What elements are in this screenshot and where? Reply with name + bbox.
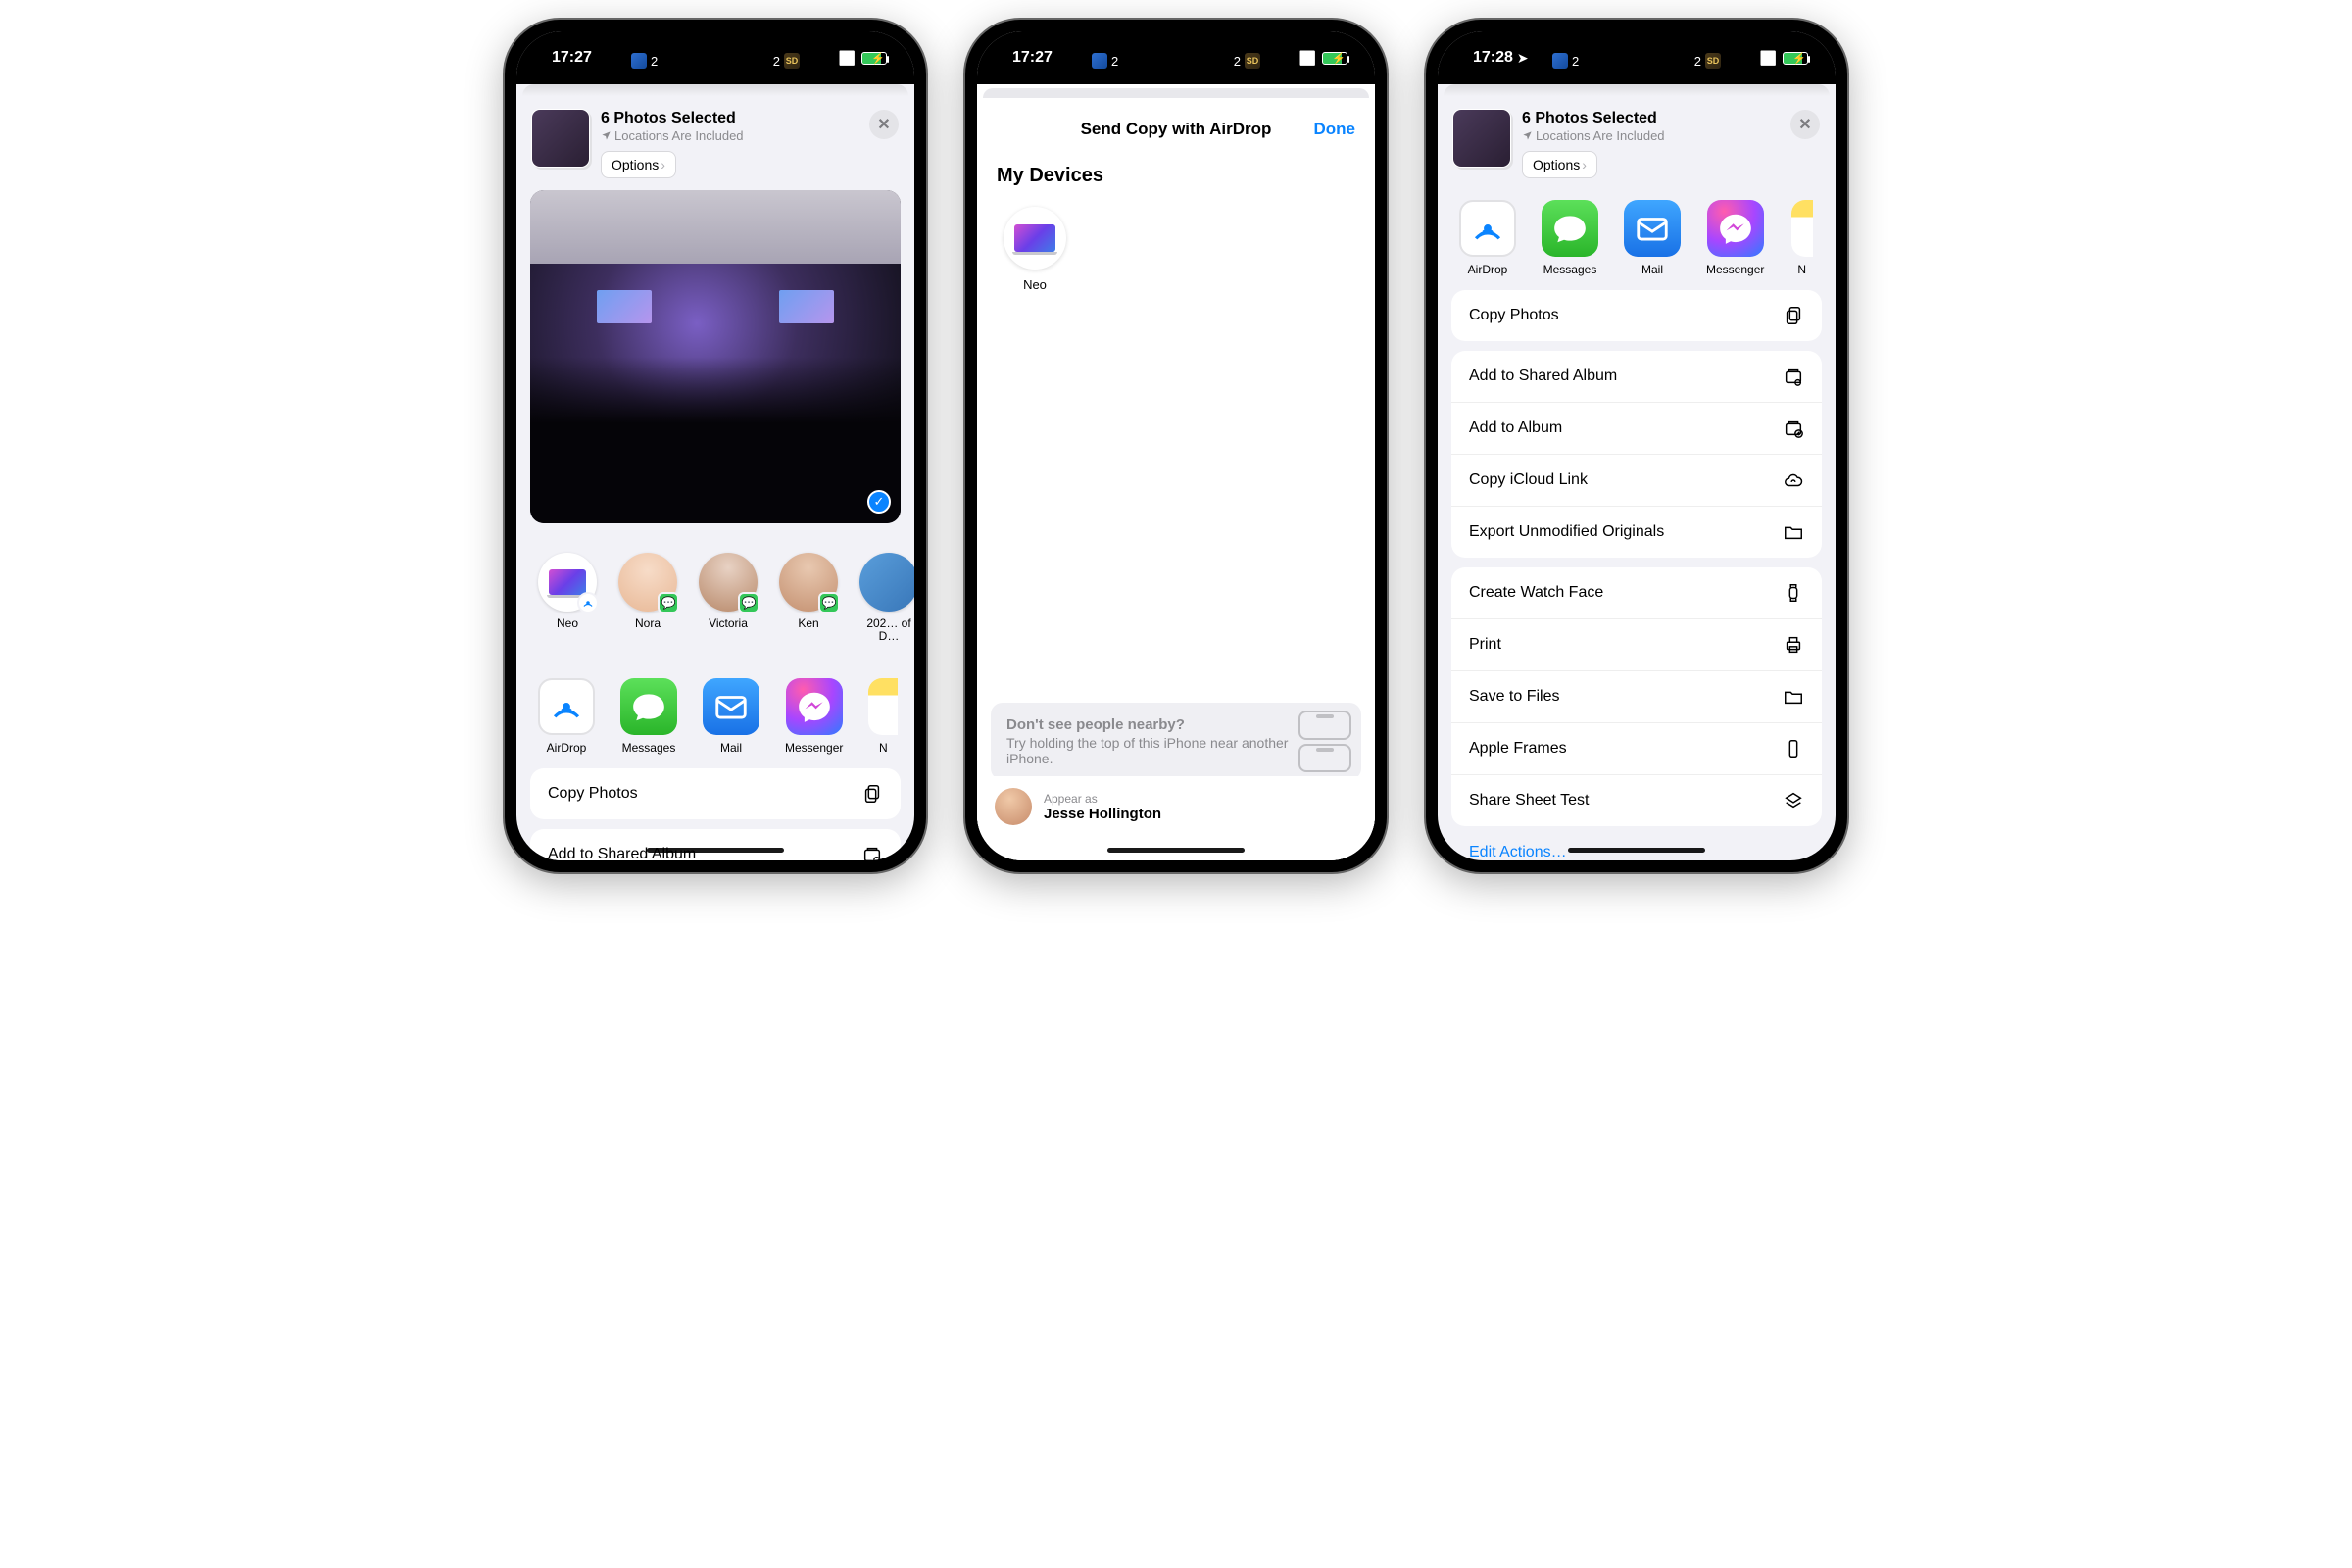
action-add-shared-album[interactable]: Add to Shared Album xyxy=(1451,351,1822,403)
app-notes[interactable]: N xyxy=(1789,200,1814,276)
copy-icon xyxy=(1783,305,1804,326)
app-notes[interactable]: N xyxy=(868,678,898,755)
selection-thumbnail[interactable] xyxy=(532,110,589,167)
appear-as-row[interactable]: Appear asJesse Hollington xyxy=(977,776,1375,837)
messages-badge-icon: 💬 xyxy=(738,592,760,613)
app-row[interactable]: AirDrop Messages Mail Messenger N xyxy=(1438,190,1836,290)
action-apple-frames[interactable]: Apple Frames xyxy=(1451,723,1822,775)
action-copy-photos[interactable]: Copy Photos xyxy=(530,768,901,819)
action-print[interactable]: Print xyxy=(1451,619,1822,671)
close-icon[interactable]: ✕ xyxy=(1790,110,1820,139)
selection-thumbnail[interactable] xyxy=(1453,110,1510,167)
print-icon xyxy=(1783,634,1804,656)
home-indicator[interactable] xyxy=(1568,848,1705,853)
messages-badge-icon: 💬 xyxy=(818,592,840,613)
shared-album-icon xyxy=(861,844,883,860)
app-airdrop[interactable]: AirDrop xyxy=(1459,200,1516,276)
device-neo[interactable]: Neo xyxy=(1001,207,1069,292)
app-messenger[interactable]: Messenger xyxy=(1706,200,1764,276)
share-header: 6 Photos Selected Locations Are Included… xyxy=(1438,96,1836,190)
share-subtitle: Locations Are Included xyxy=(601,128,858,143)
wifi-icon xyxy=(1299,50,1316,67)
battery-icon: ⚡ xyxy=(861,52,887,65)
close-icon[interactable]: ✕ xyxy=(869,110,899,139)
action-share-sheet-test[interactable]: Share Sheet Test xyxy=(1451,775,1822,826)
phone-right: 17:28➤ ⚡ 2 2SD 6 Photos Selected Locatio… xyxy=(1426,20,1847,872)
wifi-icon xyxy=(1760,50,1777,67)
options-button[interactable]: Options› xyxy=(1522,151,1597,178)
share-title: 6 Photos Selected xyxy=(601,110,858,127)
options-button[interactable]: Options› xyxy=(601,151,676,178)
app-mail[interactable]: Mail xyxy=(703,678,760,755)
watch-icon xyxy=(1783,582,1804,604)
action-save-to-files[interactable]: Save to Files xyxy=(1451,671,1822,723)
action-add-album[interactable]: Add to Album xyxy=(1451,403,1822,455)
screen: 17:27 ⚡ 2 2SD 6 Photos Selected Location… xyxy=(516,31,914,860)
airdrop-badge-icon xyxy=(577,592,599,613)
dynamic-island[interactable]: 2 2SD xyxy=(1544,43,1729,78)
app-airdrop[interactable]: AirDrop xyxy=(538,678,595,755)
person-ken[interactable]: 💬 Ken xyxy=(779,553,838,643)
home-indicator[interactable] xyxy=(1107,848,1245,853)
battery-icon: ⚡ xyxy=(1783,52,1808,65)
layers-icon xyxy=(1783,790,1804,811)
phone-center: 17:27 ⚡ 2 2SD Send Copy with AirDrop Don… xyxy=(965,20,1387,872)
phone-left: 17:27 ⚡ 2 2SD 6 Photos Selected Location… xyxy=(505,20,926,872)
dynamic-island[interactable]: 2 2SD xyxy=(623,43,808,78)
action-copy-icloud-link[interactable]: Copy iCloud Link xyxy=(1451,455,1822,507)
app-messages[interactable]: Messages xyxy=(1542,200,1598,276)
person-neo[interactable]: Neo xyxy=(538,553,597,643)
battery-icon: ⚡ xyxy=(1322,52,1348,65)
phones-illustration-icon xyxy=(1298,710,1351,772)
nearby-hint: Don't see people nearby? Try holding the… xyxy=(991,703,1361,780)
people-row[interactable]: Neo 💬 Nora 💬 Victoria 💬 Ken 202… of D… xyxy=(516,539,914,661)
shared-album-icon xyxy=(1783,366,1804,387)
photo-preview[interactable]: ✓ xyxy=(530,190,901,523)
app-row[interactable]: AirDrop Messages Mail Messenger N xyxy=(516,662,914,768)
airdrop-header: Send Copy with AirDrop Done xyxy=(977,98,1375,155)
location-icon: ➤ xyxy=(1517,50,1529,67)
app-mail[interactable]: Mail xyxy=(1624,200,1681,276)
action-create-watch-face[interactable]: Create Watch Face xyxy=(1451,567,1822,619)
status-time: 17:27 xyxy=(552,49,592,67)
action-add-shared-album[interactable]: Add to Shared Album xyxy=(530,829,901,860)
person-more[interactable]: 202… of D… xyxy=(859,553,914,643)
person-victoria[interactable]: 💬 Victoria xyxy=(699,553,758,643)
airdrop-title: Send Copy with AirDrop xyxy=(1081,120,1272,139)
copy-icon xyxy=(861,783,883,805)
icloud-icon xyxy=(1783,469,1804,491)
wifi-icon xyxy=(839,50,856,67)
phone-icon xyxy=(1783,738,1804,760)
messages-badge-icon: 💬 xyxy=(658,592,679,613)
app-messages[interactable]: Messages xyxy=(620,678,677,755)
share-header: 6 Photos Selected Locations Are Included… xyxy=(516,96,914,190)
avatar xyxy=(995,788,1032,825)
person-nora[interactable]: 💬 Nora xyxy=(618,553,677,643)
my-devices-section: My Devices xyxy=(995,155,1357,197)
action-copy-photos[interactable]: Copy Photos xyxy=(1451,290,1822,341)
action-export-originals[interactable]: Export Unmodified Originals xyxy=(1451,507,1822,558)
album-icon xyxy=(1783,417,1804,439)
folder-icon xyxy=(1783,686,1804,708)
selected-check-icon: ✓ xyxy=(867,490,891,514)
folder-icon xyxy=(1783,521,1804,543)
done-button[interactable]: Done xyxy=(1314,120,1356,139)
app-messenger[interactable]: Messenger xyxy=(785,678,843,755)
home-indicator[interactable] xyxy=(647,848,784,853)
dynamic-island[interactable]: 2 2SD xyxy=(1084,43,1268,78)
